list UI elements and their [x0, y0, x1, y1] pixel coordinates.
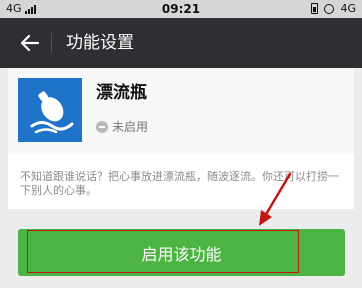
plugin-name: 漂流瓶 [96, 83, 147, 103]
enable-feature-button[interactable]: 启用该功能 [18, 229, 345, 276]
status-time: 09:21 [161, 2, 201, 16]
battery-icon [311, 3, 319, 14]
arrow-left-icon [20, 34, 40, 52]
network-label-right: 4G [340, 2, 356, 15]
alarm-clock-icon [324, 3, 335, 14]
page-title: 功能设置 [66, 33, 134, 53]
back-button[interactable] [10, 18, 50, 68]
plugin-status: 未启用 [96, 118, 148, 135]
plugin-status-label: 未启用 [112, 120, 149, 134]
drift-bottle-logo [18, 78, 82, 142]
plugin-card: 漂流瓶 未启用 [8, 68, 354, 154]
status-bar: 4G 09:21 4G [0, 0, 362, 18]
status-right: 4G [311, 2, 356, 15]
plugin-description: 不知道跟谁说话？把心事放进漂流瓶，随波逐流。你还可以打捞一下别人的心事。 [8, 154, 354, 209]
title-divider [51, 33, 52, 53]
disabled-minus-icon [96, 120, 108, 133]
title-bar: 功能设置 [0, 18, 362, 68]
